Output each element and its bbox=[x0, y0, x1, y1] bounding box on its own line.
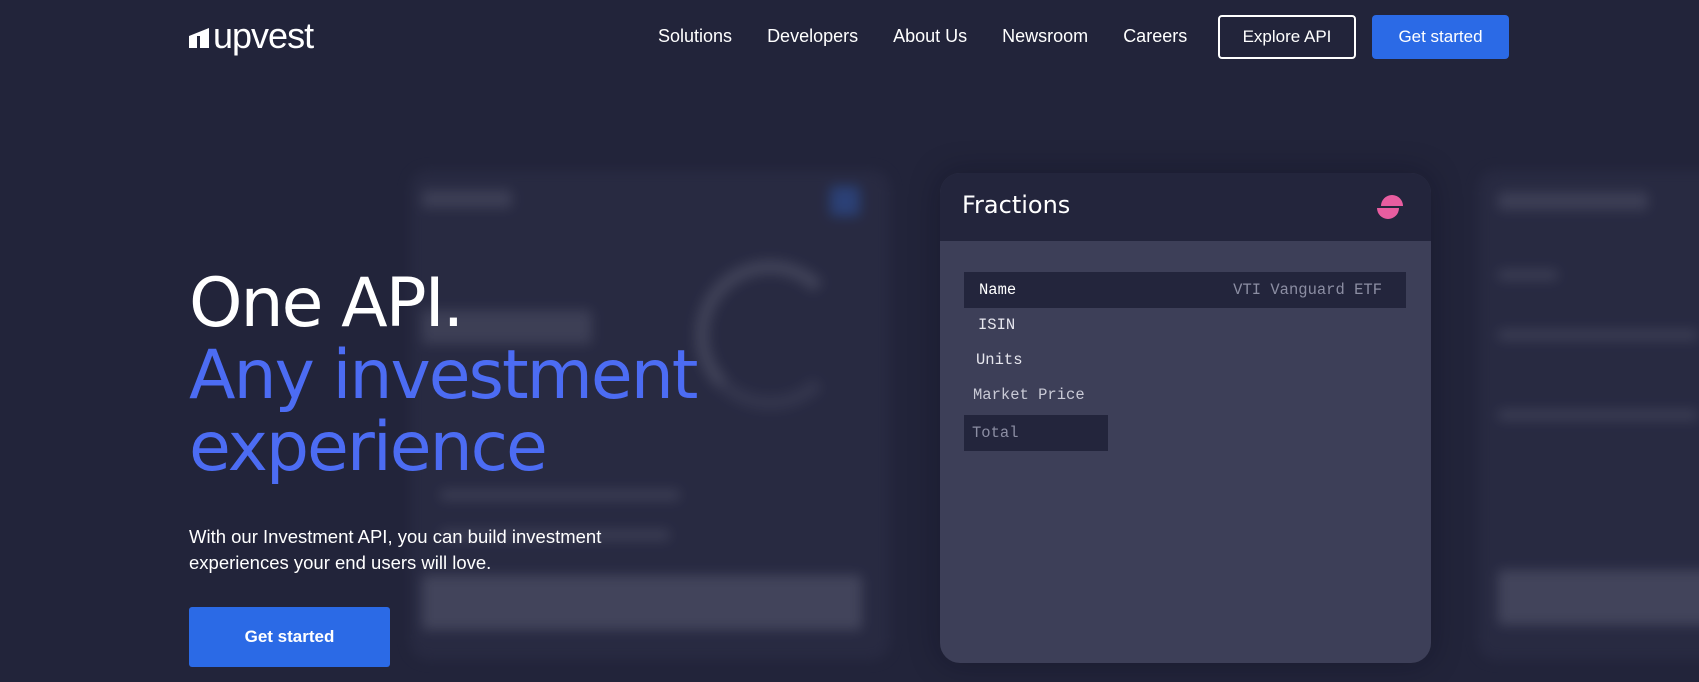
row-total: Total bbox=[964, 415, 1108, 451]
headline-line-2: Any investment bbox=[189, 336, 698, 415]
hero-subtext: With our Investment API, you can build i… bbox=[189, 526, 602, 573]
row-name: Name VTI Vanguard ETF bbox=[964, 272, 1406, 308]
isin-label: ISIN bbox=[978, 316, 1016, 334]
nav-link-developers[interactable]: Developers bbox=[767, 24, 858, 48]
total-label: Total bbox=[972, 424, 1019, 442]
fractions-card: Fractions Name VTI Vanguard ETF ISIN Uni… bbox=[940, 173, 1431, 663]
name-label: Name bbox=[979, 281, 1017, 299]
explore-api-button[interactable]: Explore API bbox=[1218, 15, 1356, 59]
logo-mark-icon bbox=[189, 24, 209, 48]
nav-get-started-button[interactable]: Get started bbox=[1372, 15, 1509, 59]
row-isin: ISIN bbox=[978, 307, 1015, 343]
hero-get-started-button[interactable]: Get started bbox=[189, 607, 390, 667]
row-market-price: Market Price bbox=[973, 377, 1085, 413]
card-header: Fractions bbox=[940, 173, 1431, 241]
headline-line-1: One API. bbox=[189, 264, 464, 343]
nav-link-about-us[interactable]: About Us bbox=[893, 24, 967, 48]
upvest-logo[interactable]: upvest bbox=[189, 15, 314, 56]
nav-links: Solutions Developers About Us Newsroom C… bbox=[658, 24, 1222, 48]
half-circle-icon bbox=[1377, 195, 1403, 219]
units-label: Units bbox=[976, 351, 1023, 369]
card-title: Fractions bbox=[962, 191, 1071, 219]
row-units: Units bbox=[976, 342, 1023, 378]
top-navigation: upvest Solutions Developers About Us New… bbox=[0, 0, 1699, 74]
market-price-label: Market Price bbox=[973, 386, 1085, 404]
nav-link-careers[interactable]: Careers bbox=[1123, 24, 1187, 48]
headline-line-3: experience bbox=[189, 408, 548, 487]
logo-text: upvest bbox=[213, 15, 314, 56]
background-card-right bbox=[1478, 170, 1699, 660]
nav-link-solutions[interactable]: Solutions bbox=[658, 24, 732, 48]
nav-link-newsroom[interactable]: Newsroom bbox=[1002, 24, 1088, 48]
hero-headline: One API. Any investment experience bbox=[189, 264, 698, 487]
name-value: VTI Vanguard ETF bbox=[1233, 281, 1382, 299]
